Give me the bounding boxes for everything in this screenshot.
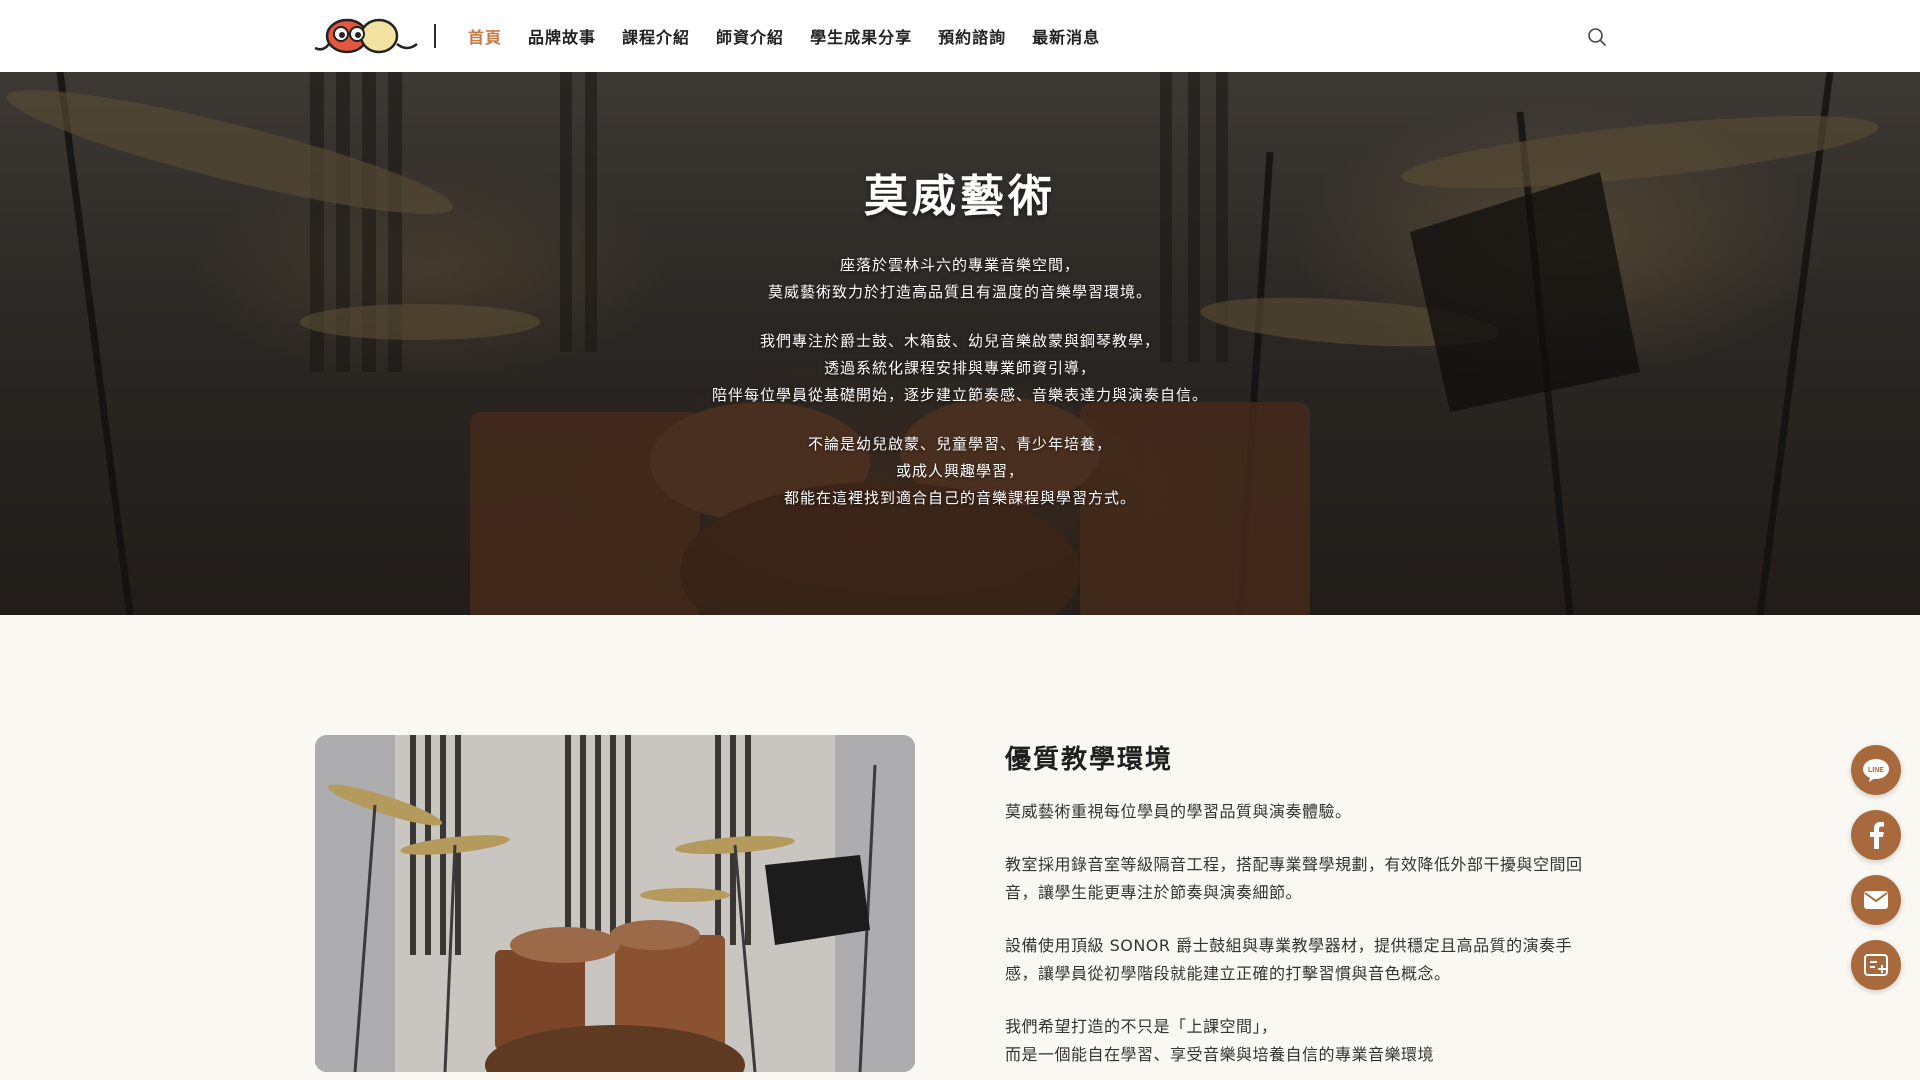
nav-item-news[interactable]: 最新消息 — [1032, 24, 1100, 48]
nav-item-booking[interactable]: 預約諮詢 — [938, 24, 1006, 48]
search-icon — [1588, 28, 1606, 46]
environment-paragraph: 設備使用頂級 SONOR 爵士鼓組與專業教學器材，提供穩定且高品質的演奏手感，讓… — [1005, 936, 1573, 983]
hero-text-line: 我們專注於爵士鼓、木箱鼓、幼兒音樂啟蒙與鋼琴教學， — [759, 332, 1160, 350]
environment-section: 優質教學環境 莫威藝術重視每位學員的學習品質與演奏體驗。 教室採用錄音室等級隔音… — [1005, 735, 1605, 1080]
hero-banner: 莫威藝術 座落於雲林斗六的專業音樂空間， 莫威藝術致力於打造高品質且有溫度的音樂… — [0, 72, 1920, 615]
nav-item-student-showcase[interactable]: 學生成果分享 — [810, 24, 912, 48]
logo[interactable] — [313, 14, 419, 58]
hero-text-line: 不論是幼兒啟蒙、兒童學習、青少年培養， — [807, 435, 1112, 453]
classroom-photo — [315, 735, 915, 1072]
environment-title: 優質教學環境 — [1005, 745, 1174, 775]
facebook-button[interactable] — [1851, 810, 1901, 860]
line-icon-label: LINE — [1868, 767, 1884, 774]
nav-item-brand-story[interactable]: 品牌故事 — [528, 24, 596, 48]
environment-paragraph: 我們希望打造的不只是「上課空間」， 而是一個能自在學習、享受音樂與培養自信的專業… — [1005, 1017, 1435, 1064]
hero-paragraph-2: 我們專注於爵士鼓、木箱鼓、幼兒音樂啟蒙與鋼琴教學， 透過系統化課程安排與專業師資… — [0, 328, 1920, 409]
hero-title: 莫威藝術 — [864, 171, 1056, 222]
hero-paragraph-1: 座落於雲林斗六的專業音樂空間， 莫威藝術致力於打造高品質且有溫度的音樂學習環境。 — [0, 252, 1920, 306]
facebook-icon — [1870, 822, 1884, 849]
site-header: 首頁 品牌故事 課程介紹 師資介紹 學生成果分享 預約諮詢 最新消息 — [0, 0, 1920, 72]
hero-text-line: 或成人興趣學習， — [895, 462, 1024, 480]
environment-paragraph: 教室採用錄音室等級隔音工程，搭配專業聲學規劃，有效降低外部干擾與空間回音，讓學生… — [1005, 855, 1583, 902]
hero-text-line: 透過系統化課程安排與專業師資引導， — [823, 359, 1096, 377]
nav-item-courses[interactable]: 課程介紹 — [622, 24, 690, 48]
hero-text-line: 莫威藝術致力於打造高品質且有溫度的音樂學習環境。 — [767, 283, 1152, 301]
line-button[interactable]: LINE — [1851, 745, 1901, 795]
nav-item-home[interactable]: 首頁 — [468, 24, 502, 48]
booking-icon — [1864, 954, 1888, 976]
mail-button[interactable] — [1851, 875, 1901, 925]
hero-text-line: 都能在這裡找到適合自己的音樂課程與學習方式。 — [783, 489, 1136, 507]
hero-text-line: 陪伴每位學員從基礎開始，逐步建立節奏感、音樂表達力與演奏自信。 — [711, 386, 1208, 404]
nav-item-teachers[interactable]: 師資介紹 — [716, 24, 784, 48]
line-icon: LINE — [1863, 759, 1889, 782]
hero-paragraph-3: 不論是幼兒啟蒙、兒童學習、青少年培養， 或成人興趣學習， 都能在這裡找到適合自己… — [0, 431, 1920, 512]
drum-room-image — [315, 735, 915, 1072]
booking-button[interactable] — [1851, 940, 1901, 990]
logo-mark — [314, 18, 418, 54]
main-nav: 首頁 品牌故事 課程介紹 師資介紹 學生成果分享 預約諮詢 最新消息 — [468, 0, 1126, 72]
logo-divider — [434, 24, 436, 48]
hero-content: 莫威藝術 座落於雲林斗六的專業音樂空間， 莫威藝術致力於打造高品質且有溫度的音樂… — [0, 160, 1920, 534]
search-button[interactable] — [1586, 26, 1608, 48]
environment-paragraph: 莫威藝術重視每位學員的學習品質與演奏體驗。 — [1005, 802, 1352, 821]
mail-icon — [1864, 891, 1888, 909]
hero-text-line: 座落於雲林斗六的專業音樂空間， — [839, 256, 1080, 274]
